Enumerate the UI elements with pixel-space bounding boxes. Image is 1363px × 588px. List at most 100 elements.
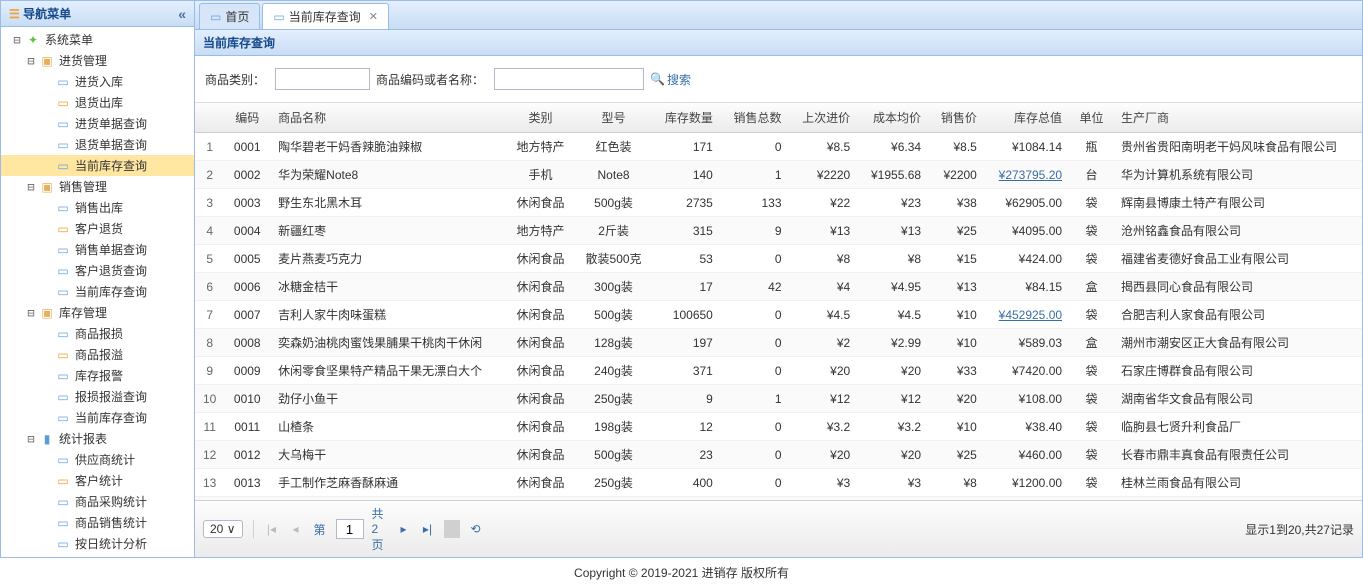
nav-item-label: 进货管理 [57,52,107,69]
folder-icon: ▣ [39,179,55,195]
nav-item-21[interactable]: ▭客户统计 [1,470,194,491]
nav-item-1[interactable]: ⊟▣进货管理 [1,50,194,71]
nav-item-9[interactable]: ▭客户退货 [1,218,194,239]
nav-item-6[interactable]: ▭当前库存查询 [1,155,194,176]
nav-item-25[interactable]: ▭按月统计分析 [1,554,194,557]
total-link[interactable]: ¥452925.00 [999,308,1062,322]
nav-item-16[interactable]: ▭库存报警 [1,365,194,386]
nav-item-label: 退货出库 [73,94,123,111]
col-header-3[interactable]: 类别 [506,103,575,133]
cell-last: ¥2220 [790,161,859,189]
table-row[interactable]: 60006冰糖金桔干休闲食品300g装1742¥4¥4.95¥13¥84.15盒… [195,273,1362,301]
nav-item-18[interactable]: ▭当前库存查询 [1,407,194,428]
table-row[interactable]: 130013手工制作芝麻香酥麻通休闲食品250g装4000¥3¥3¥8¥1200… [195,469,1362,497]
collapse-icon[interactable]: « [178,6,186,22]
cell-vendor: 华为计算机系统有限公司 [1113,161,1362,189]
cell-cat: 手机 [506,161,575,189]
table-row[interactable]: 30003野生东北黑木耳休闲食品500g装2735133¥22¥23¥38¥62… [195,189,1362,217]
table-row[interactable]: 120012大乌梅干休闲食品500g装230¥20¥20¥25¥460.00袋长… [195,441,1362,469]
table-row[interactable]: 80008奕森奶油桃肉蜜饯果脯果干桃肉干休闲休闲食品128g装1970¥2¥2.… [195,329,1362,357]
nav-item-14[interactable]: ▭商品报损 [1,323,194,344]
nav-item-label: 报损报溢查询 [73,388,147,405]
nav-item-11[interactable]: ▭客户退货查询 [1,260,194,281]
col-header-5[interactable]: 库存数量 [652,103,721,133]
cell-code: 0011 [224,413,270,441]
nav-item-4[interactable]: ▭进货单据查询 [1,113,194,134]
table-row[interactable]: 20002华为荣耀Note8手机Note81401¥2220¥1955.68¥2… [195,161,1362,189]
nav-item-17[interactable]: ▭报损报溢查询 [1,386,194,407]
nav-item-12[interactable]: ▭当前库存查询 [1,281,194,302]
nav-item-label: 当前库存查询 [73,409,147,426]
cell-code: 0013 [224,469,270,497]
folder-icon: ▣ [39,53,55,69]
nav-item-2[interactable]: ▭进货入库 [1,71,194,92]
table-row[interactable]: 70007吉利人家牛肉味蛋糕休闲食品500g装1006500¥4.5¥4.5¥1… [195,301,1362,329]
cell-last: ¥2 [790,329,859,357]
nav-item-5[interactable]: ▭退货单据查询 [1,134,194,155]
search-button[interactable]: 🔍 搜索 [650,71,691,88]
tab-home[interactable]: ▭ 首页 [199,3,260,29]
col-header-12[interactable]: 生产厂商 [1113,103,1362,133]
page-size-select[interactable]: 20 ∨ [203,520,243,538]
table-row[interactable]: 90009休闲零食坚果特产精品干果无漂白大个休闲食品240g装3710¥20¥2… [195,357,1362,385]
page-input[interactable] [336,519,364,539]
table-row[interactable]: 10001陶华碧老干妈香辣脆油辣椒地方特产红色装1710¥8.5¥6.34¥8.… [195,133,1362,161]
category-input[interactable] [275,68,370,90]
cell-price: ¥10 [929,413,985,441]
nav-item-23[interactable]: ▭商品销售统计 [1,512,194,533]
close-icon[interactable]: ✕ [369,10,378,23]
col-header-0[interactable] [195,103,224,133]
cell-code: 0010 [224,385,270,413]
nav-item-19[interactable]: ⊟▮统计报表 [1,428,194,449]
nav-item-0[interactable]: ⊟✦系统菜单 [1,29,194,50]
nav-item-label: 销售出库 [73,199,123,216]
nav-item-22[interactable]: ▭商品采购统计 [1,491,194,512]
table-row[interactable]: 40004新疆红枣地方特产2斤装3159¥13¥13¥25¥4095.00袋沧州… [195,217,1362,245]
nav-item-20[interactable]: ▭供应商统计 [1,449,194,470]
nav-item-15[interactable]: ▭商品报溢 [1,344,194,365]
nav-item-13[interactable]: ⊟▣库存管理 [1,302,194,323]
cell-sold: 1 [721,385,790,413]
col-header-4[interactable]: 型号 [575,103,652,133]
cell-name: 大乌梅干 [270,441,506,469]
name-input[interactable] [494,68,644,90]
col-header-9[interactable]: 销售价 [929,103,985,133]
cell-qty: 2735 [652,189,721,217]
total-link[interactable]: ¥273795.20 [999,168,1062,182]
page-icon: ▭ [55,494,71,510]
cell-price: ¥25 [929,217,985,245]
cell-qty: 197 [652,329,721,357]
cell-name: 吉利人家牛肉味蛋糕 [270,301,506,329]
nav-item-3[interactable]: ▭退货出库 [1,92,194,113]
col-header-7[interactable]: 上次进价 [790,103,859,133]
toggle-icon: ⊟ [23,180,39,194]
col-header-2[interactable]: 商品名称 [270,103,506,133]
cell-code: 0006 [224,273,270,301]
rownum: 2 [195,161,224,189]
nav-item-8[interactable]: ▭销售出库 [1,197,194,218]
col-header-1[interactable]: 编码 [224,103,270,133]
cell-name: 山楂条 [270,413,506,441]
tab-inventory-query[interactable]: ▭ 当前库存查询 ✕ [262,3,389,29]
nav-item-10[interactable]: ▭销售单据查询 [1,239,194,260]
page-icon: ▭ [55,515,71,531]
cell-vendor: 福建省麦德好食品工业有限公司 [1113,245,1362,273]
table-row[interactable]: 100010劲仔小鱼干休闲食品250g装91¥12¥12¥20¥108.00袋湖… [195,385,1362,413]
prev-page-button[interactable]: ◂ [288,522,304,536]
search-label: 搜索 [667,71,691,88]
nav-item-7[interactable]: ⊟▣销售管理 [1,176,194,197]
col-header-11[interactable]: 单位 [1070,103,1113,133]
nav-item-24[interactable]: ▭按日统计分析 [1,533,194,554]
table-row[interactable]: 50005麦片燕麦巧克力休闲食品散装500克530¥8¥8¥15¥424.00袋… [195,245,1362,273]
refresh-button[interactable]: ⟲ [468,522,484,536]
col-header-8[interactable]: 成本均价 [858,103,929,133]
cell-qty: 140 [652,161,721,189]
next-page-button[interactable]: ▸ [396,522,412,536]
col-header-10[interactable]: 库存总值 [985,103,1070,133]
rownum: 8 [195,329,224,357]
table-row[interactable]: 110011山楂条休闲食品198g装120¥3.2¥3.2¥10¥38.40袋临… [195,413,1362,441]
last-page-button[interactable]: ▸| [420,522,436,536]
first-page-button[interactable]: |◂ [264,522,280,536]
cell-avg: ¥13 [858,217,929,245]
col-header-6[interactable]: 销售总数 [721,103,790,133]
